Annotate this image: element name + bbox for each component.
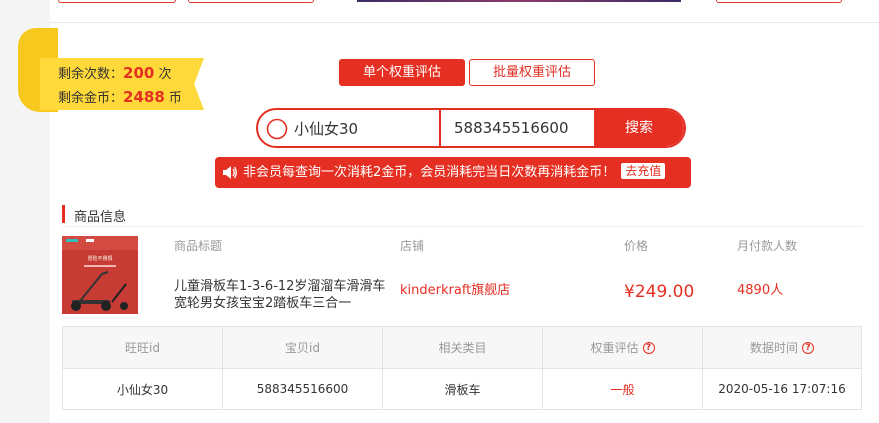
coins-unit: 币 xyxy=(168,91,182,106)
section-divider xyxy=(62,226,862,227)
recharge-button[interactable]: 去充值 xyxy=(621,163,666,179)
product-price: ¥249.00 xyxy=(624,282,695,302)
cell-weight: 一般 xyxy=(543,369,703,409)
top-banner[interactable] xyxy=(357,0,681,2)
search-divider xyxy=(439,110,441,146)
wangwang-id-input[interactable] xyxy=(294,110,439,146)
column-header-item-id: 宝贝id xyxy=(223,327,383,368)
product-shop[interactable]: kinderkraft旗舰店 xyxy=(400,279,510,298)
tab-single-evaluation[interactable]: 单个权重评估 xyxy=(339,59,465,86)
column-header-wangwang-id: 旺旺id xyxy=(63,327,223,368)
cell-item-id: 588345516600 xyxy=(223,369,383,409)
quota-ribbon: 剩余次数：200 次 剩余金币：2488 币 xyxy=(18,28,204,112)
product-buyers: 4890人 xyxy=(737,283,784,298)
tab-batch-evaluation[interactable]: 批量权重评估 xyxy=(469,59,595,86)
help-icon[interactable]: ? xyxy=(802,341,814,354)
column-header-category: 相关类目 xyxy=(383,327,543,368)
quota-text: 剩余次数：200 次 剩余金币：2488 币 xyxy=(58,62,182,110)
cell-wangwang-id: 小仙女30 xyxy=(63,369,223,409)
thumb-caption: 冒险不畏惧 xyxy=(87,255,112,262)
column-label: 旺旺id xyxy=(125,341,160,355)
item-id-input[interactable] xyxy=(454,110,594,146)
result-table: 旺旺id 宝贝id 相关类目 权重评估? 数据时间? 小仙女30 5883455… xyxy=(62,326,862,410)
megaphone-icon xyxy=(223,166,237,179)
table-row: 小仙女30 588345516600 滑板车 一般 2020-05-16 17:… xyxy=(63,369,861,409)
top-button-3[interactable] xyxy=(716,0,842,3)
scooter-image: 冒险不畏惧 xyxy=(62,236,138,314)
help-icon[interactable]: ? xyxy=(642,341,655,354)
table-header-row: 旺旺id 宝贝id 相关类目 权重评估? 数据时间? xyxy=(63,327,861,369)
coins-label: 剩余金币： xyxy=(58,91,124,106)
times-label: 剩余次数： xyxy=(58,67,124,82)
column-label: 宝贝id xyxy=(285,341,320,355)
coins-value: 2488 xyxy=(123,88,165,106)
header-price: 价格 xyxy=(624,239,649,253)
top-button-2[interactable] xyxy=(188,0,314,3)
product-title[interactable]: 儿童滑板车1-3-6-12岁溜溜车滑滑车宽轮男女孩宝宝2踏板车三合一 xyxy=(174,278,398,312)
cell-category: 滑板车 xyxy=(383,369,543,409)
header-monthly-buyers: 月付款人数 xyxy=(737,239,798,253)
remaining-times: 剩余次数：200 次 xyxy=(58,62,182,86)
column-label: 权重评估 xyxy=(590,341,639,355)
search-button[interactable]: 搜索 xyxy=(594,110,684,146)
remaining-coins: 剩余金币：2488 币 xyxy=(58,86,182,110)
top-button-1[interactable] xyxy=(58,0,176,3)
header-shop: 店铺 xyxy=(400,239,425,253)
column-label: 数据时间 xyxy=(749,341,798,355)
search-icon xyxy=(266,118,288,140)
column-header-data-time: 数据时间? xyxy=(703,327,861,368)
product-thumbnail[interactable]: 冒险不畏惧 xyxy=(62,236,138,314)
times-value: 200 xyxy=(123,64,155,82)
divider xyxy=(50,22,879,23)
notice-text: 非会员每查询一次消耗2金币，会员消耗完当日次数再消耗金币！ xyxy=(243,165,616,180)
column-label: 相关类目 xyxy=(438,341,487,355)
section-title: 商品信息 xyxy=(74,210,127,225)
times-unit: 次 xyxy=(158,67,172,82)
search-bar: 搜索 xyxy=(256,108,686,148)
header-product-title: 商品标题 xyxy=(174,239,223,253)
column-header-weight: 权重评估? xyxy=(543,327,703,368)
notice-bar: 非会员每查询一次消耗2金币，会员消耗完当日次数再消耗金币！ 去充值 xyxy=(215,157,691,188)
section-accent xyxy=(62,205,65,223)
cell-data-time: 2020-05-16 17:07:16 xyxy=(718,382,846,396)
